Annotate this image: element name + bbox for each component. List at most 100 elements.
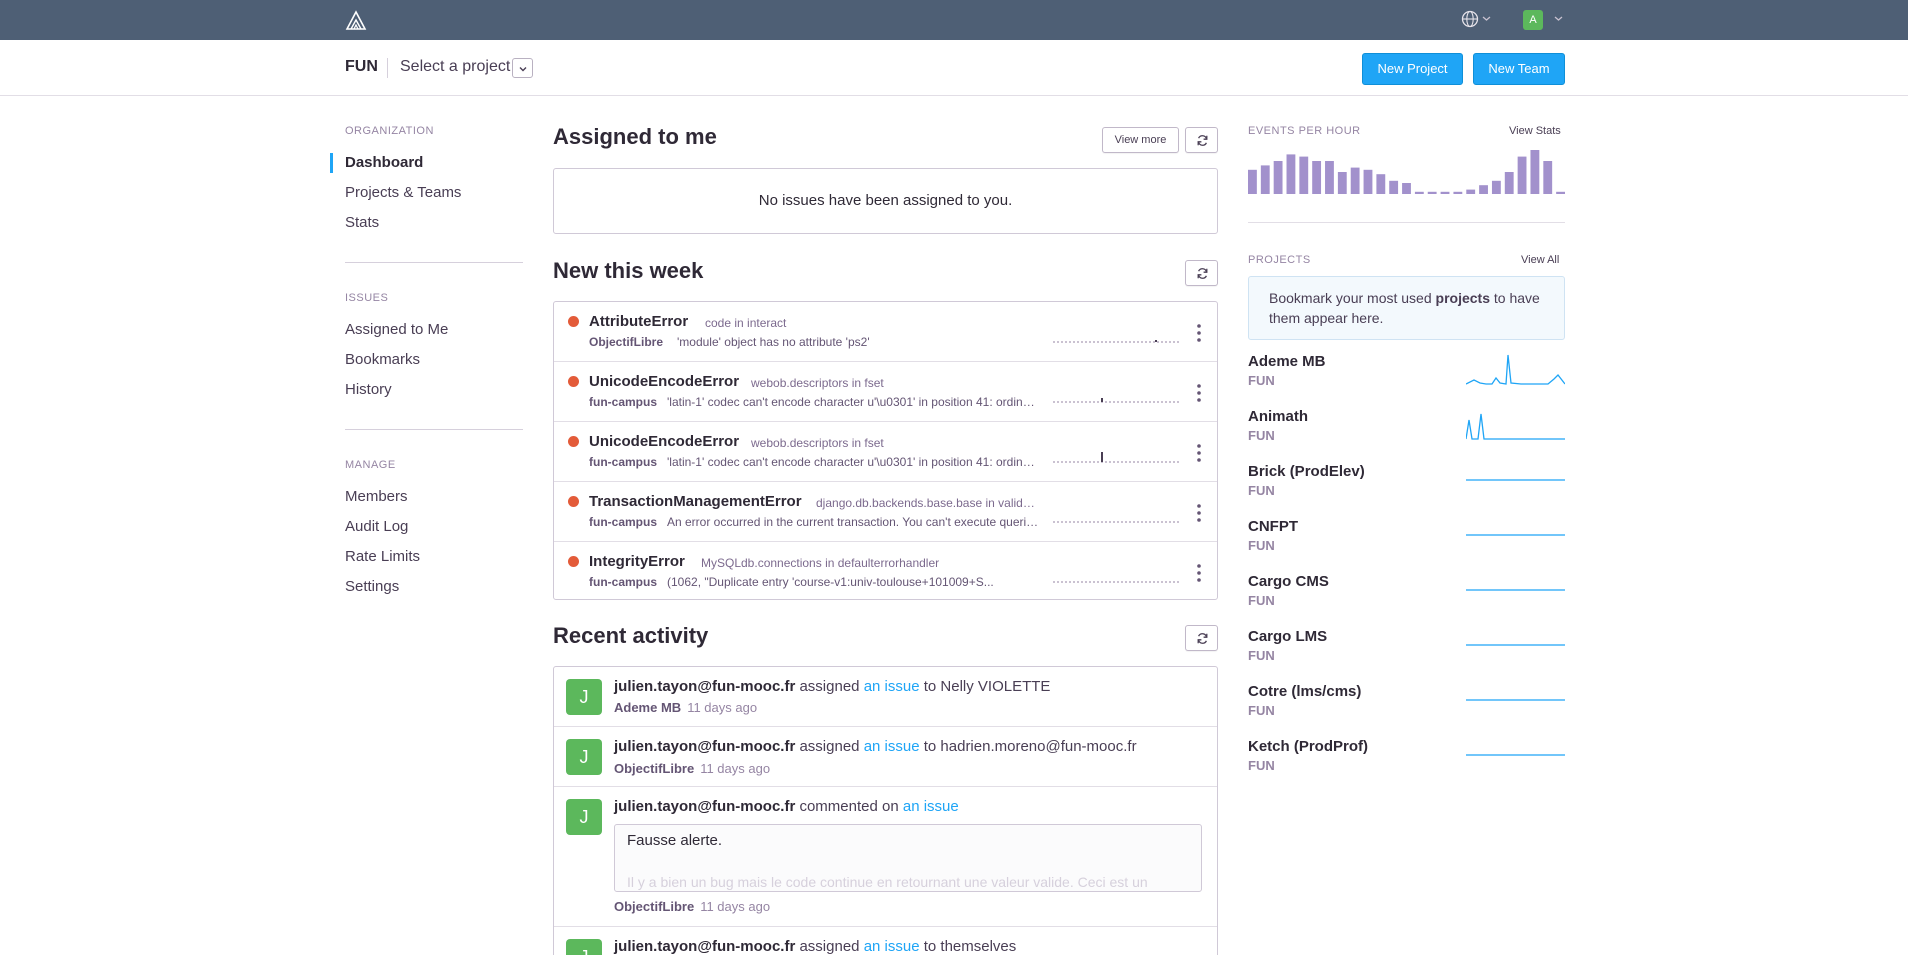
avatar[interactable]: J	[566, 739, 602, 775]
project-name[interactable]: Ademe MB	[1248, 353, 1326, 370]
project-item[interactable]: Animath FUN	[1248, 408, 1565, 448]
project-selector-button[interactable]	[512, 58, 533, 78]
issue-title[interactable]: TransactionManagementError	[589, 493, 802, 510]
project-item[interactable]: Cargo LMS FUN	[1248, 628, 1565, 668]
bookmark-hint: Bookmark your most used projects to have…	[1248, 276, 1565, 340]
more-options-icon[interactable]	[1197, 564, 1201, 582]
chevron-down-icon[interactable]	[1482, 14, 1491, 23]
activity-item: J julien.tayon@fun-mooc.fr assigned an i…	[554, 927, 1217, 955]
issue-culprit: django.db.backends.base.base in validate…	[816, 496, 1038, 510]
events-per-hour-heading: EVENTS PER HOUR	[1248, 125, 1361, 137]
activity-item: J julien.tayon@fun-mooc.fr assigned an i…	[554, 727, 1217, 787]
sidebar-item-dashboard[interactable]: Dashboard	[345, 154, 423, 171]
project-name[interactable]: Cargo CMS	[1248, 573, 1329, 590]
issue-row[interactable]: IntegrityError MySQLdb.connections in de…	[554, 542, 1217, 602]
project-item[interactable]: Cotre (lms/cms) FUN	[1248, 683, 1565, 723]
sidebar-item-assigned-to-me[interactable]: Assigned to Me	[345, 321, 448, 338]
events-per-hour-chart	[1248, 150, 1565, 194]
issue-message: 'module' object has no attribute 'ps2'	[677, 335, 870, 349]
refresh-button[interactable]	[1185, 260, 1218, 286]
issue-link[interactable]: an issue	[903, 798, 959, 815]
activity-user[interactable]: julien.tayon@fun-mooc.fr	[614, 678, 795, 695]
issue-row[interactable]: UnicodeEncodeError webob.descriptors in …	[554, 422, 1217, 482]
chevron-down-icon[interactable]	[1554, 14, 1563, 23]
issue-link[interactable]: an issue	[864, 678, 920, 695]
activity-user[interactable]: julien.tayon@fun-mooc.fr	[614, 738, 795, 755]
issue-project: fun-campus	[589, 395, 658, 409]
activity-verb: assigned	[799, 938, 860, 955]
project-name[interactable]: Cotre (lms/cms)	[1248, 683, 1361, 700]
more-options-icon[interactable]	[1197, 384, 1201, 402]
avatar[interactable]: J	[566, 799, 602, 835]
project-item[interactable]: Brick (ProdElev) FUN	[1248, 463, 1565, 503]
sentry-logo-icon[interactable]	[345, 9, 367, 31]
activity-project[interactable]: ObjectifLibre	[614, 761, 694, 776]
project-item[interactable]: Ketch (ProdProf) FUN	[1248, 738, 1565, 778]
refresh-button[interactable]	[1185, 625, 1218, 651]
issue-row[interactable]: TransactionManagementError django.db.bac…	[554, 482, 1217, 542]
events-bar	[1556, 191, 1565, 194]
new-issues-panel: AttributeError code in interact Objectif…	[553, 301, 1218, 600]
sidebar-item-audit-log[interactable]: Audit Log	[345, 518, 408, 535]
view-stats-link[interactable]: View Stats	[1509, 125, 1561, 137]
activity-user[interactable]: julien.tayon@fun-mooc.fr	[614, 798, 795, 815]
activity-project[interactable]: Ademe MB	[614, 700, 681, 715]
project-name[interactable]: Ketch (ProdProf)	[1248, 738, 1368, 755]
project-org: FUN	[1248, 648, 1275, 663]
sidebar-item-members[interactable]: Members	[345, 488, 408, 505]
sidebar-item-stats[interactable]: Stats	[345, 214, 379, 231]
assigned-title: Assigned to me	[553, 124, 717, 149]
project-item[interactable]: Cargo CMS FUN	[1248, 573, 1565, 613]
user-avatar[interactable]: A	[1523, 10, 1543, 30]
sidebar-item-projects-teams[interactable]: Projects & Teams	[345, 184, 461, 201]
events-bar	[1325, 161, 1334, 194]
activity-text: julien.tayon@fun-mooc.fr assigned an iss…	[614, 678, 1050, 695]
more-options-icon[interactable]	[1197, 324, 1201, 342]
issue-sparkline	[1053, 340, 1179, 343]
issue-title[interactable]: IntegrityError	[589, 553, 685, 570]
issue-link[interactable]: an issue	[864, 738, 920, 755]
more-options-icon[interactable]	[1197, 444, 1201, 462]
project-item[interactable]: CNFPT FUN	[1248, 518, 1565, 558]
project-name[interactable]: Animath	[1248, 408, 1308, 425]
activity-tail: to Nelly VIOLETTE	[923, 678, 1051, 695]
new-project-button[interactable]: New Project	[1362, 53, 1463, 85]
sidebar-item-history[interactable]: History	[345, 381, 392, 398]
avatar[interactable]: J	[566, 939, 602, 955]
project-item[interactable]: Ademe MB FUN	[1248, 353, 1565, 393]
avatar[interactable]: J	[566, 679, 602, 715]
issue-project: fun-campus	[589, 515, 658, 529]
issue-row[interactable]: AttributeError code in interact Objectif…	[554, 302, 1217, 362]
activity-user[interactable]: julien.tayon@fun-mooc.fr	[614, 938, 795, 955]
issue-row[interactable]: UnicodeEncodeError webob.descriptors in …	[554, 362, 1217, 422]
view-all-link[interactable]: View All	[1521, 254, 1559, 266]
issue-link[interactable]: an issue	[864, 938, 920, 955]
sidebar-item-bookmarks[interactable]: Bookmarks	[345, 351, 420, 368]
sidebar-item-rate-limits[interactable]: Rate Limits	[345, 548, 420, 565]
issue-title[interactable]: UnicodeEncodeError	[589, 433, 739, 450]
issue-culprit: MySQLdb.connections in defaulterrorhandl…	[701, 556, 940, 570]
refresh-button[interactable]	[1185, 127, 1218, 153]
activity-panel: J julien.tayon@fun-mooc.fr assigned an i…	[553, 666, 1218, 955]
issue-title[interactable]: AttributeError	[589, 313, 688, 330]
events-bar	[1466, 189, 1476, 194]
project-selector-label[interactable]: Select a project	[400, 58, 510, 76]
project-name[interactable]: Cargo LMS	[1248, 628, 1327, 645]
globe-icon[interactable]	[1461, 10, 1479, 28]
error-level-dot	[568, 436, 579, 447]
more-options-icon[interactable]	[1197, 504, 1201, 522]
events-bar	[1363, 169, 1373, 194]
issue-culprit: code in interact	[705, 316, 787, 330]
project-sparkline	[1466, 644, 1565, 646]
issue-project: ObjectifLibre	[589, 335, 664, 349]
issue-title[interactable]: UnicodeEncodeError	[589, 373, 739, 390]
activity-project[interactable]: ObjectifLibre	[614, 899, 694, 914]
sidebar-heading-organization: ORGANIZATION	[345, 125, 434, 137]
new-team-button[interactable]: New Team	[1473, 53, 1565, 85]
view-more-button[interactable]: View more	[1102, 127, 1179, 153]
sidebar-item-settings[interactable]: Settings	[345, 578, 399, 595]
project-name[interactable]: CNFPT	[1248, 518, 1298, 535]
events-bar	[1402, 183, 1411, 194]
org-name[interactable]: FUN	[345, 58, 378, 76]
project-name[interactable]: Brick (ProdElev)	[1248, 463, 1365, 480]
